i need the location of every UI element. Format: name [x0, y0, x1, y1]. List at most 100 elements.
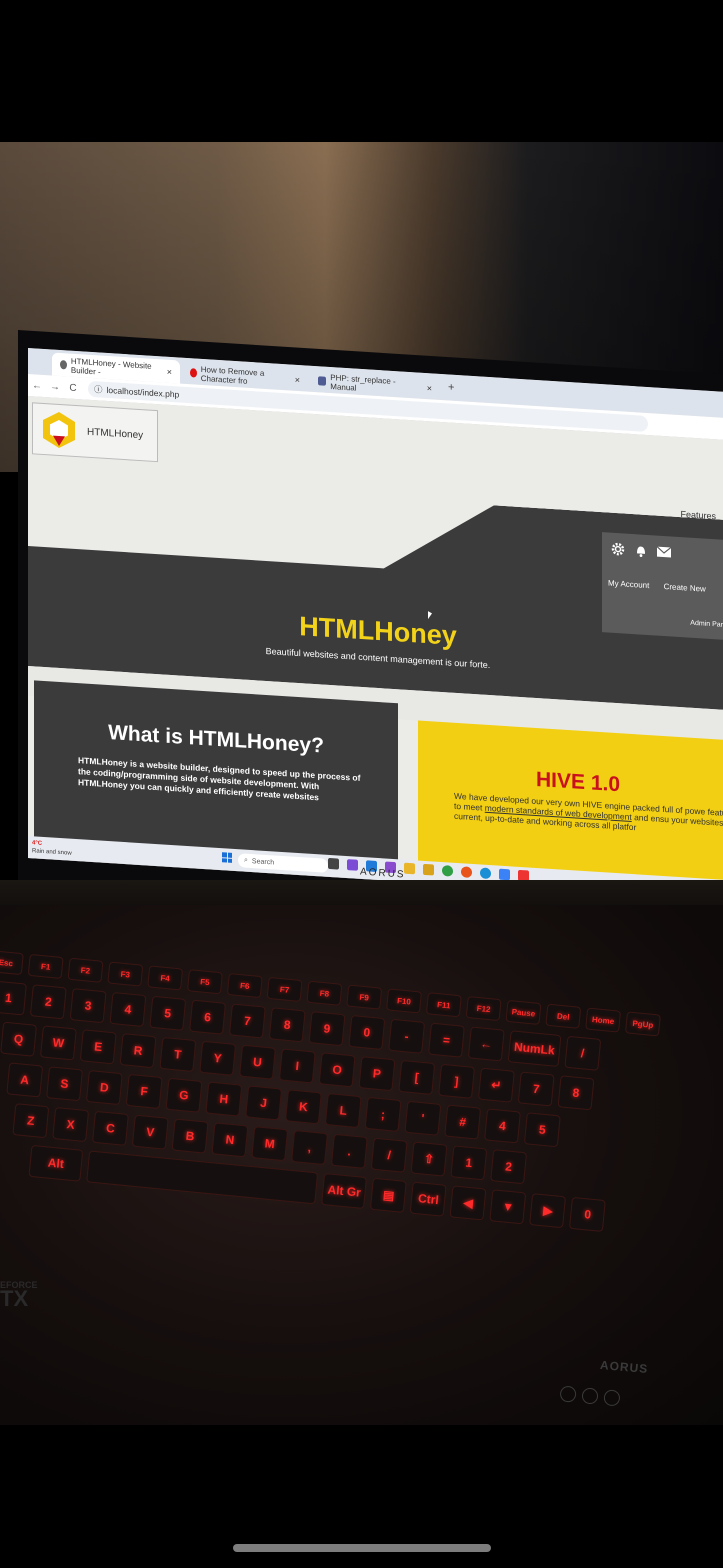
key-q[interactable]: Q: [0, 1021, 38, 1057]
key-9[interactable]: 9: [308, 1011, 346, 1047]
key-h[interactable]: H: [205, 1081, 243, 1117]
key-esc[interactable]: Esc: [0, 950, 24, 976]
windows-start-icon[interactable]: [222, 852, 232, 863]
key-j[interactable]: J: [245, 1085, 283, 1121]
key-f[interactable]: F: [125, 1073, 163, 1109]
key-7[interactable]: 7: [228, 1003, 266, 1039]
key-altgr[interactable]: Alt Gr: [321, 1173, 368, 1210]
key-7[interactable]: 7: [517, 1071, 555, 1107]
key-[interactable]: ▼: [489, 1189, 527, 1225]
key-[interactable]: /: [564, 1035, 601, 1071]
key-6[interactable]: 6: [189, 999, 227, 1035]
key-f11[interactable]: F11: [425, 992, 462, 1018]
key-f2[interactable]: F2: [67, 957, 104, 983]
admin-panel-link[interactable]: Admin Panel: [690, 620, 723, 629]
key-s[interactable]: S: [46, 1066, 83, 1102]
key-[interactable]: ;: [364, 1096, 402, 1132]
key-0[interactable]: 0: [348, 1014, 386, 1051]
key-m[interactable]: M: [251, 1126, 289, 1162]
key-f9[interactable]: F9: [346, 984, 383, 1010]
key-p[interactable]: P: [358, 1056, 396, 1092]
key-0[interactable]: 0: [569, 1196, 607, 1233]
key-4[interactable]: 4: [109, 991, 147, 1028]
key-f12[interactable]: F12: [465, 996, 502, 1022]
key-i[interactable]: I: [278, 1048, 316, 1084]
key-del[interactable]: Del: [545, 1003, 582, 1029]
key-[interactable]: ▤: [370, 1177, 408, 1213]
key-alt[interactable]: Alt: [28, 1144, 84, 1182]
key-f6[interactable]: F6: [226, 973, 263, 999]
weather-widget[interactable]: 4°C Rain and snow: [32, 839, 72, 857]
key-8[interactable]: 8: [268, 1007, 306, 1043]
key-f3[interactable]: F3: [107, 961, 144, 987]
close-icon[interactable]: ×: [167, 366, 172, 376]
key-f8[interactable]: F8: [306, 980, 343, 1006]
key-c[interactable]: C: [92, 1110, 129, 1146]
key-u[interactable]: U: [239, 1044, 276, 1080]
new-tab-button[interactable]: +: [448, 381, 454, 393]
key-[interactable]: ◀: [449, 1185, 487, 1221]
key-v[interactable]: V: [131, 1114, 169, 1150]
key-[interactable]: ▶: [529, 1193, 567, 1229]
key-5[interactable]: 5: [523, 1112, 561, 1148]
key-f5[interactable]: F5: [186, 969, 223, 995]
taskbar-search[interactable]: ⌕ Search: [238, 853, 328, 873]
key-d[interactable]: D: [85, 1070, 123, 1106]
key-w[interactable]: W: [39, 1025, 77, 1061]
create-new-link[interactable]: Create New: [664, 582, 706, 594]
key-k[interactable]: K: [284, 1089, 322, 1125]
key-y[interactable]: Y: [199, 1040, 237, 1076]
key-t[interactable]: T: [159, 1036, 197, 1073]
drive-icon[interactable]: [499, 868, 510, 881]
key-[interactable]: -: [388, 1018, 426, 1054]
mail-icon[interactable]: [656, 546, 672, 559]
key-1[interactable]: 1: [0, 980, 27, 1016]
home-indicator[interactable]: [233, 1544, 491, 1552]
key-pause[interactable]: Pause: [505, 999, 542, 1025]
bell-icon[interactable]: [634, 543, 648, 558]
key-8[interactable]: 8: [557, 1075, 595, 1111]
edge-icon[interactable]: [480, 867, 491, 880]
key-2[interactable]: 2: [490, 1149, 528, 1185]
key-b[interactable]: B: [171, 1118, 209, 1154]
key-n[interactable]: N: [211, 1122, 249, 1158]
reload-button[interactable]: C: [64, 382, 82, 394]
my-account-link[interactable]: My Account: [608, 578, 649, 590]
key-1[interactable]: 1: [450, 1145, 488, 1181]
key-[interactable]: ⇧: [410, 1141, 448, 1177]
key-2[interactable]: 2: [29, 984, 67, 1020]
key-f7[interactable]: F7: [266, 976, 303, 1002]
key-o[interactable]: O: [318, 1052, 356, 1088]
key-f1[interactable]: F1: [27, 953, 64, 979]
key-[interactable]: .: [330, 1133, 368, 1169]
key-[interactable]: [: [398, 1059, 436, 1096]
key-[interactable]: /: [370, 1137, 408, 1173]
key-ctrl[interactable]: Ctrl: [410, 1181, 447, 1217]
key-5[interactable]: 5: [149, 995, 187, 1031]
key-[interactable]: ,: [291, 1129, 328, 1166]
key-r[interactable]: R: [119, 1033, 157, 1069]
key-[interactable]: #: [444, 1104, 482, 1140]
key-[interactable]: =: [428, 1022, 465, 1058]
close-icon[interactable]: ×: [427, 383, 432, 393]
key-f10[interactable]: F10: [386, 988, 423, 1014]
site-logo[interactable]: HTMLHoney: [32, 402, 158, 463]
back-button[interactable]: ←: [28, 380, 46, 392]
task-view-icon[interactable]: [328, 857, 339, 870]
key-[interactable]: ↵: [477, 1067, 515, 1103]
forward-button[interactable]: →: [46, 381, 64, 393]
chrome-icon[interactable]: [442, 865, 453, 877]
key-e[interactable]: E: [79, 1029, 117, 1065]
key-l[interactable]: L: [324, 1093, 362, 1129]
key-4[interactable]: 4: [484, 1108, 521, 1144]
key-[interactable]: ]: [438, 1063, 476, 1099]
copilot-icon[interactable]: [347, 859, 358, 871]
key-[interactable]: ': [404, 1100, 442, 1136]
gear-icon[interactable]: [610, 541, 626, 558]
key-home[interactable]: Home: [585, 1007, 622, 1033]
key-a[interactable]: A: [6, 1062, 44, 1098]
key-g[interactable]: G: [165, 1077, 203, 1113]
close-icon[interactable]: ×: [295, 374, 300, 384]
key-f4[interactable]: F4: [147, 965, 184, 991]
key-[interactable]: ←: [467, 1026, 505, 1062]
